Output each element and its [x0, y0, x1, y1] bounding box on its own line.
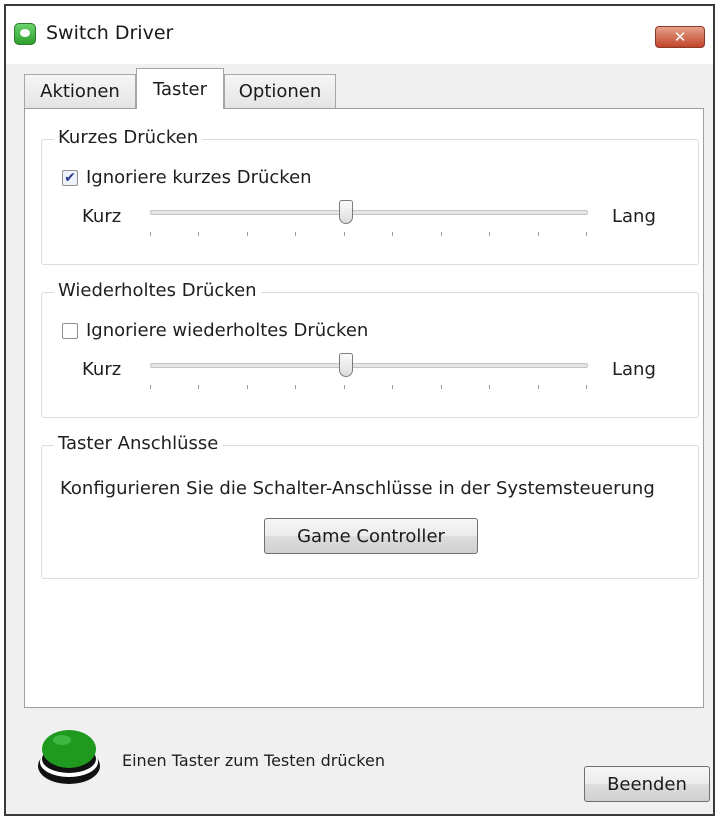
ignore-repeated-press-label: Ignoriere wiederholtes Drücken: [86, 320, 369, 341]
repeated-press-group: Wiederholtes Drücken Ignoriere wiederhol…: [41, 280, 699, 418]
switch-driver-window: Switch Driver ✕ Aktionen Taster Optionen…: [4, 4, 715, 816]
window-title: Switch Driver: [46, 22, 174, 44]
short-press-max-label: Lang: [612, 206, 656, 227]
slider-tick: [489, 232, 491, 236]
exit-button[interactable]: Beenden: [584, 766, 710, 802]
ports-group: Taster Anschlüsse Konfigurieren Sie die …: [41, 433, 699, 579]
slider-tick: [537, 385, 539, 389]
slider-tick: [198, 385, 200, 389]
short-press-slider-ticks: [42, 232, 698, 236]
slider-tick: [440, 385, 442, 389]
tab-taster[interactable]: Taster: [136, 68, 224, 109]
slider-tick: [489, 385, 491, 389]
slider-tick: [150, 385, 151, 389]
short-press-slider-thumb[interactable]: [339, 200, 354, 224]
repeated-press-slider-thumb[interactable]: [339, 353, 354, 377]
tab-optionen[interactable]: Optionen: [224, 74, 336, 108]
ignore-short-press-label: Ignoriere kurzes Drücken: [86, 167, 312, 188]
slider-tick: [295, 385, 297, 389]
ports-info-text: Konfigurieren Sie die Schalter-Anschlüss…: [60, 478, 655, 499]
short-press-min-label: Kurz: [82, 206, 122, 227]
slider-tick: [392, 385, 394, 389]
game-controller-button[interactable]: Game Controller: [264, 518, 478, 554]
check-mark-icon: ✔: [64, 170, 76, 186]
short-press-group-title: Kurzes Drücken: [54, 127, 203, 148]
short-press-slider-track[interactable]: [150, 210, 588, 215]
close-button[interactable]: ✕: [655, 26, 705, 48]
app-icon: [14, 23, 36, 45]
slider-tick: [343, 385, 345, 389]
repeated-press-min-label: Kurz: [82, 359, 122, 380]
slider-tick: [198, 232, 200, 236]
slider-tick: [586, 385, 587, 389]
test-indicator-icon: [38, 730, 100, 784]
ports-group-title: Taster Anschlüsse: [54, 433, 223, 454]
slider-tick: [440, 232, 442, 236]
slider-tick: [392, 232, 394, 236]
slider-tick: [586, 232, 587, 236]
slider-tick: [295, 232, 297, 236]
ignore-repeated-press-checkbox[interactable]: [62, 323, 78, 339]
repeated-press-max-label: Lang: [612, 359, 656, 380]
status-text: Einen Taster zum Testen drücken: [122, 751, 385, 770]
slider-tick: [150, 232, 151, 236]
tab-panel-taster: Kurzes Drücken ✔ Ignoriere kurzes Drücke…: [24, 108, 704, 708]
slider-tick: [246, 232, 248, 236]
short-press-group: Kurzes Drücken ✔ Ignoriere kurzes Drücke…: [41, 127, 699, 265]
repeated-press-slider-track[interactable]: [150, 363, 588, 368]
slider-tick: [343, 232, 345, 236]
ignore-short-press-checkbox[interactable]: ✔: [62, 170, 78, 186]
repeated-press-group-title: Wiederholtes Drücken: [54, 280, 261, 301]
repeated-press-slider-ticks: [42, 385, 698, 389]
title-bar: Switch Driver ✕: [6, 6, 713, 64]
tab-aktionen[interactable]: Aktionen: [24, 74, 136, 108]
slider-tick: [246, 385, 248, 389]
slider-tick: [537, 232, 539, 236]
